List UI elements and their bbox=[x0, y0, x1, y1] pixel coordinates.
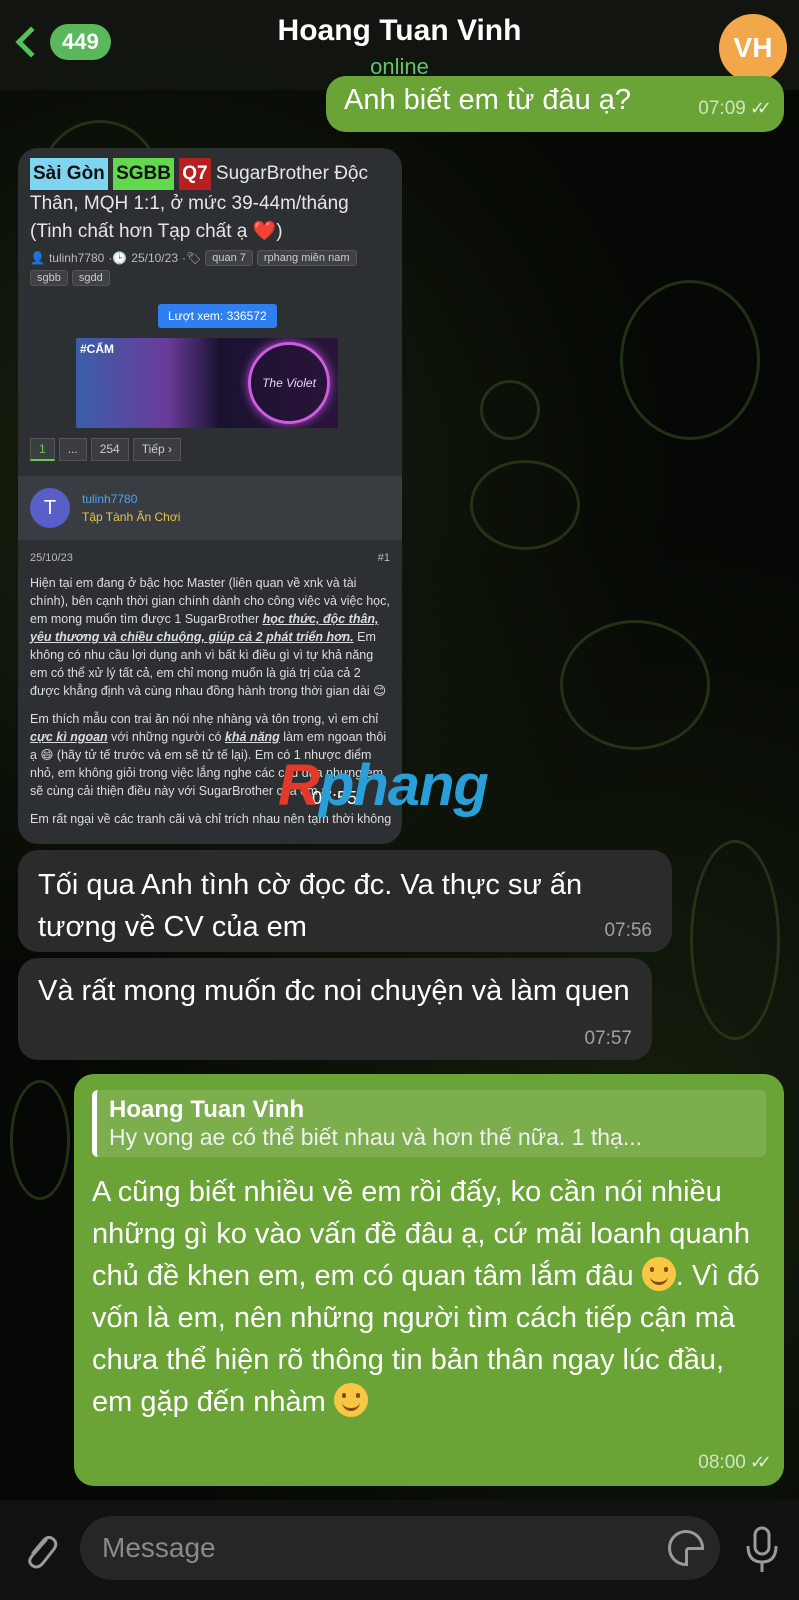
page-item: 1 bbox=[30, 438, 55, 461]
message-text: Và rất mong muốn đc noi chuyện và làm qu… bbox=[38, 975, 630, 1007]
tag-icon: ·🏷 bbox=[182, 251, 202, 265]
sticker-button[interactable] bbox=[668, 1530, 704, 1566]
smiling-face-emoji-icon bbox=[333, 1383, 368, 1417]
tag-sgbb: SGBB bbox=[113, 158, 174, 190]
thread-meta: 👤 tulinh7780 ·🕒 25/10/23 ·🏷 quan 7 rphan… bbox=[30, 250, 390, 286]
quote-text: Hy vong ae có thể biết nhau và hơn thế n… bbox=[109, 1124, 642, 1150]
banner-brand: The Violet bbox=[262, 376, 316, 390]
page-item: 254 bbox=[90, 438, 129, 461]
post-text: với những người có bbox=[107, 730, 225, 744]
post-text: Em thích mẫu con trai ăn nói nhẹ nhàng v… bbox=[30, 712, 379, 726]
double-check-icon: ✓✓ bbox=[749, 1452, 772, 1472]
thread-date: 25/10/23 bbox=[131, 251, 178, 265]
message-bubble-incoming[interactable]: Tối qua Anh tình cờ đọc đc. Va thực sư ấ… bbox=[18, 850, 672, 952]
post-number: #1 bbox=[377, 552, 390, 564]
violet-logo: The Violet bbox=[248, 342, 330, 424]
message-time: 08:00 bbox=[698, 1452, 746, 1473]
message-text: A cũng biết nhiều về em rồi đấy, ko cần … bbox=[92, 1171, 766, 1423]
thread-author: tulinh7780 bbox=[48, 251, 105, 265]
microphone-icon bbox=[746, 1526, 778, 1572]
banner-text: #CẤM bbox=[80, 342, 115, 356]
post-author-row: T tulinh7780 Tập Tành Ăn Chơi bbox=[18, 476, 402, 540]
watermark-letter: R bbox=[278, 753, 320, 818]
page-item: ... bbox=[58, 438, 87, 461]
thread-chip: sgbb bbox=[30, 270, 68, 286]
watermark-text: phang bbox=[318, 753, 489, 818]
message-bubble-outgoing[interactable]: Anh biết em từ đâu ạ? 07:09 ✓✓ bbox=[326, 76, 784, 132]
post-date: 25/10/23 bbox=[30, 552, 73, 564]
reply-quote[interactable]: Hoang Tuan Vinh Hy vong ae có thể biết n… bbox=[92, 1090, 766, 1157]
forum-header: Sài Gòn SGBB Q7 SugarBrother Độc Thân, M… bbox=[18, 148, 402, 286]
message-time: 07:56 bbox=[604, 920, 652, 941]
thread-chip: rphang miền nam bbox=[256, 250, 357, 266]
author-name: tulinh7780 bbox=[82, 492, 138, 506]
thread-chip: sgdd bbox=[71, 270, 110, 286]
advert-banner: #CẤM The Violet bbox=[76, 338, 338, 428]
rphang-watermark: Rphang bbox=[278, 752, 489, 819]
tag-q7: Q7 bbox=[179, 158, 211, 190]
clock-icon: ·🕒 bbox=[108, 251, 128, 265]
double-check-icon: ✓✓ bbox=[749, 98, 772, 118]
message-text: Tối qua Anh tình cờ đọc đc. Va thực sư ấ… bbox=[38, 869, 583, 943]
post-paragraph: Hiện tại em đang ở bậc học Master (liên … bbox=[30, 574, 392, 700]
image-message[interactable]: Sài Gòn SGBB Q7 SugarBrother Độc Thân, M… bbox=[18, 148, 402, 844]
voice-record-button[interactable] bbox=[742, 1524, 782, 1576]
message-bubble-incoming[interactable]: Và rất mong muốn đc noi chuyện và làm qu… bbox=[18, 958, 652, 1060]
pagination: 1 ... 254 Tiếp › bbox=[30, 438, 181, 461]
smiling-face-emoji-icon bbox=[641, 1257, 676, 1291]
thread-chip: quan 7 bbox=[205, 250, 253, 266]
views-counter: Lượt xem: 336572 bbox=[158, 304, 277, 328]
forum-thread-title: Sài Gòn SGBB Q7 SugarBrother Độc Thân, M… bbox=[30, 158, 390, 246]
tag-saigon: Sài Gòn bbox=[30, 158, 108, 190]
chat-title[interactable]: Hoang Tuan Vinh bbox=[0, 14, 799, 48]
paperclip-icon bbox=[28, 1535, 58, 1569]
contact-avatar[interactable]: VH bbox=[719, 14, 787, 82]
author-avatar: T bbox=[30, 488, 70, 528]
author-rank: Tập Tành Ăn Chơi bbox=[82, 510, 181, 524]
quote-author: Hoang Tuan Vinh bbox=[109, 1096, 305, 1123]
user-icon: 👤 bbox=[30, 251, 45, 265]
message-text: Anh biết em từ đâu ạ? bbox=[344, 84, 632, 116]
post-highlight: cực kì ngoan bbox=[30, 730, 108, 744]
message-meta: 08:00 ✓✓ bbox=[698, 1452, 772, 1474]
message-bubble-outgoing-reply[interactable]: Hoang Tuan Vinh Hy vong ae có thể biết n… bbox=[74, 1074, 784, 1486]
post-highlight: khả năng bbox=[224, 730, 280, 744]
message-input-bar bbox=[0, 1500, 799, 1600]
attach-button[interactable] bbox=[20, 1530, 60, 1570]
message-time: 07:09 bbox=[698, 98, 746, 119]
message-meta: 07:09 ✓✓ bbox=[698, 98, 772, 120]
page-next: Tiếp › bbox=[132, 438, 181, 461]
message-time: 07:57 bbox=[584, 1028, 632, 1049]
message-input[interactable] bbox=[80, 1516, 720, 1580]
